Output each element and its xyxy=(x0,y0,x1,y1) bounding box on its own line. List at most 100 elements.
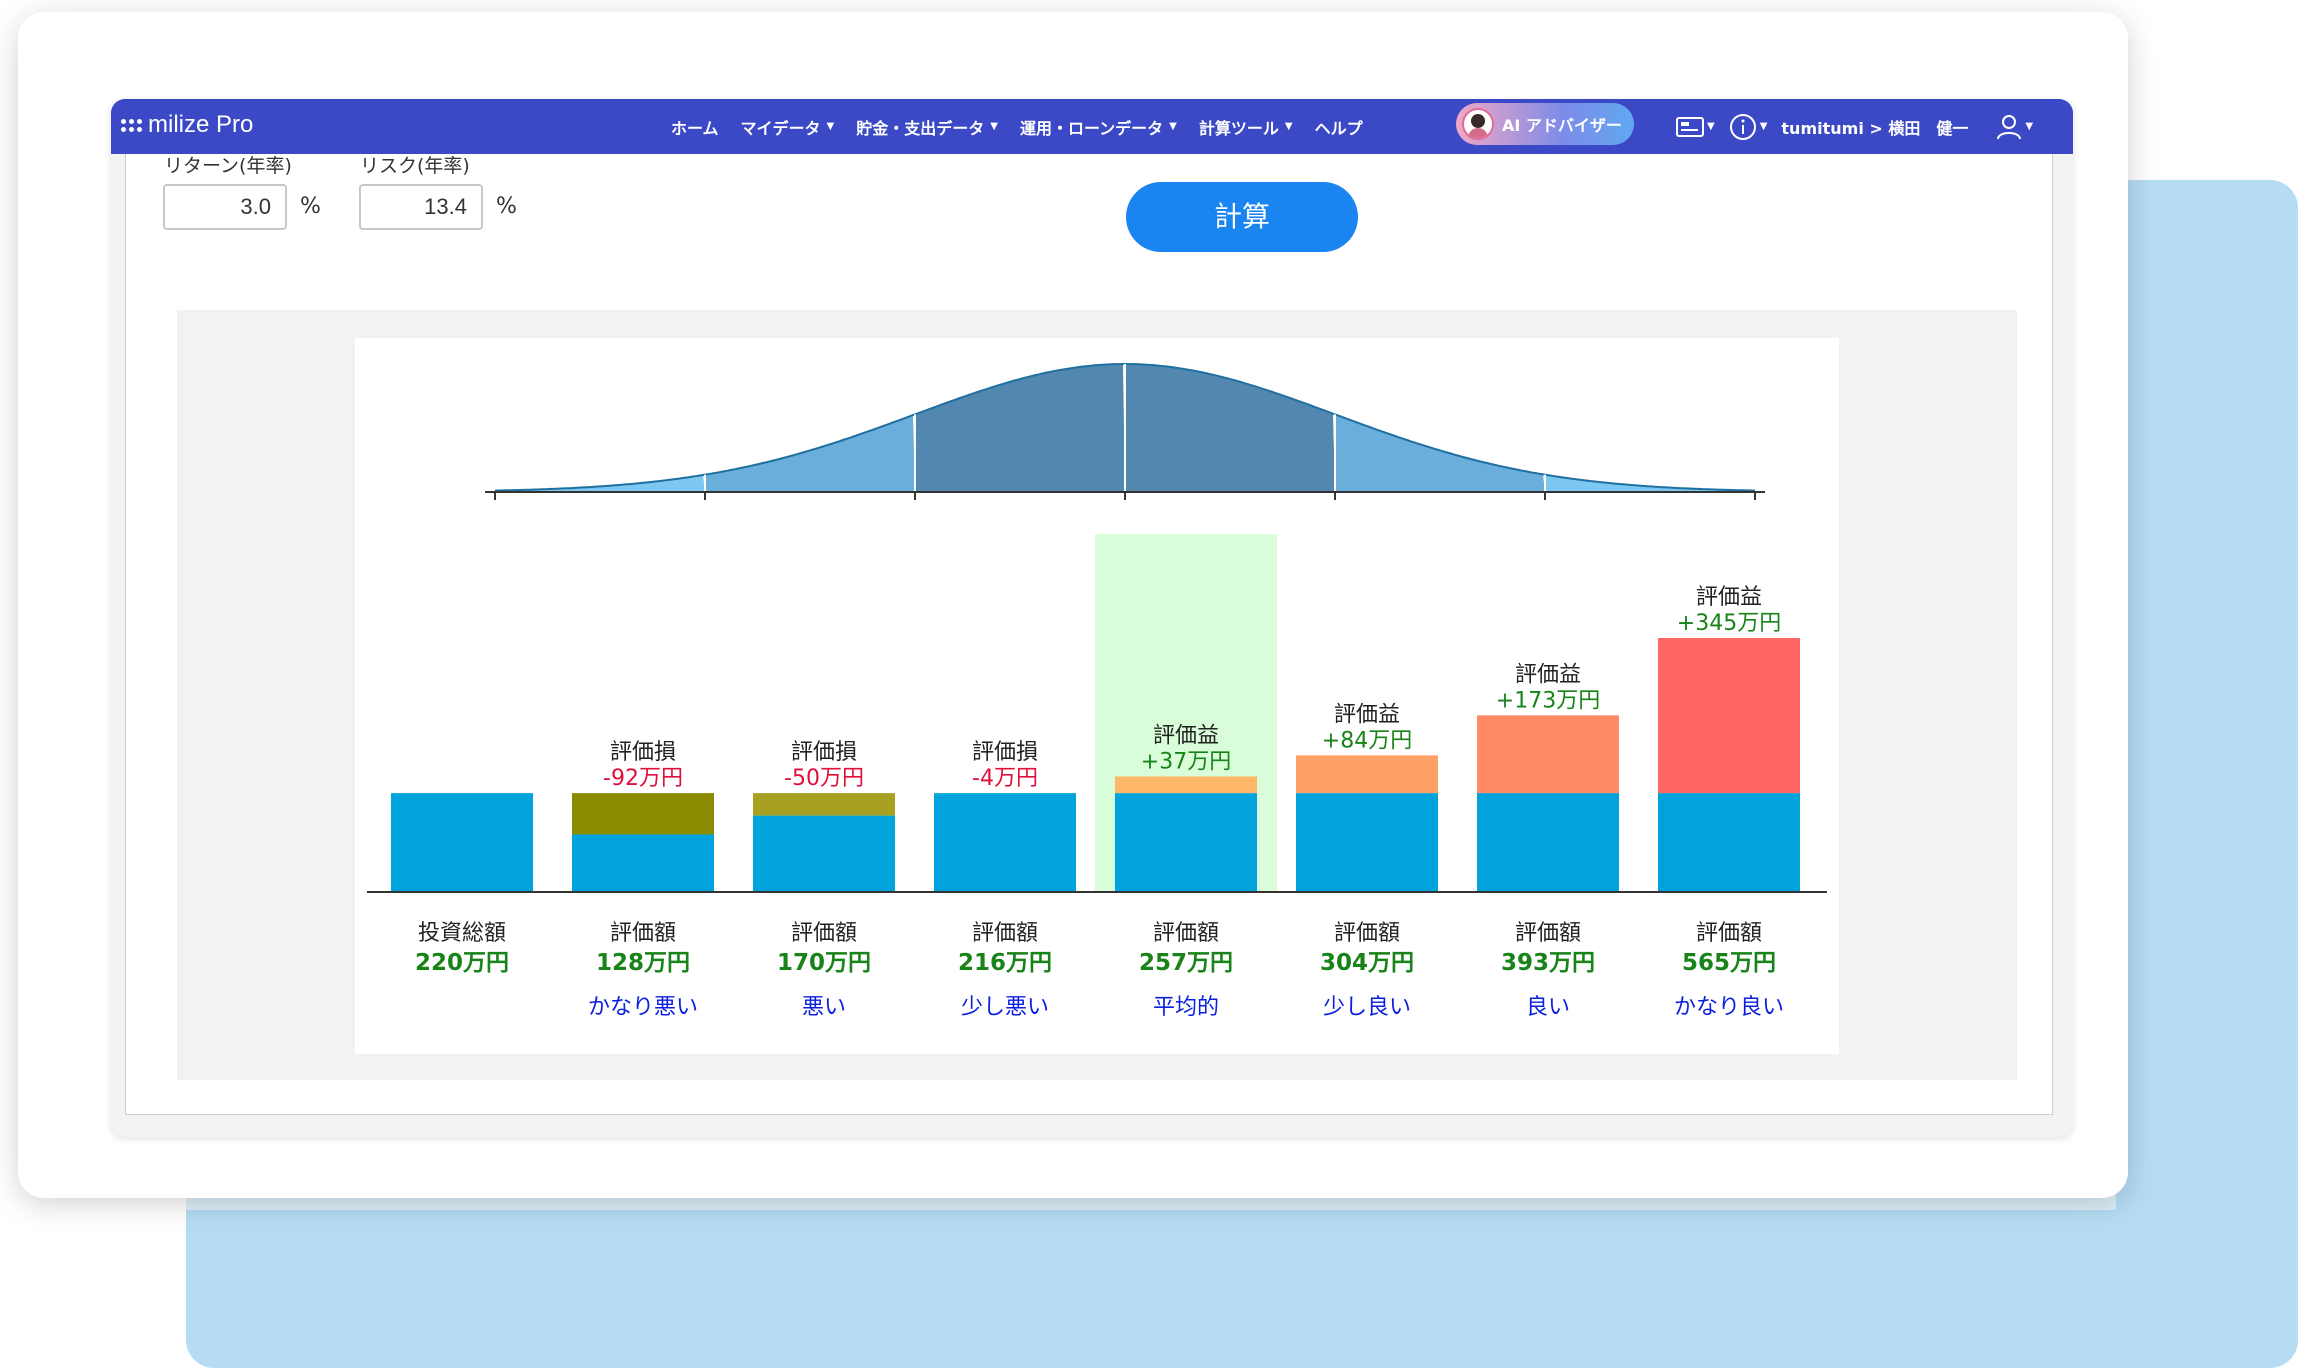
bar-value xyxy=(1296,793,1438,892)
scenario-chart: 投資総額220万円評価損-92万円評価額128万円かなり悪い評価損-50万円評価… xyxy=(367,363,1827,1020)
ai-advisor-label: AI アドバイザー xyxy=(1502,116,1622,135)
chevron-down-icon: ▼ xyxy=(1169,121,1177,132)
chevron-down-icon: ▼ xyxy=(2025,121,2034,132)
bar-loss xyxy=(572,793,714,835)
value-label: 評価額 xyxy=(1334,921,1400,946)
risk-input[interactable]: 13.4 xyxy=(359,184,483,230)
value-label: 評価額 xyxy=(1515,921,1581,946)
scenario-label: 平均的 xyxy=(1153,995,1219,1020)
scenario-label: 少し良い xyxy=(1323,995,1411,1020)
nav-item-label: マイデータ xyxy=(740,118,821,138)
return-percent: % xyxy=(300,194,321,219)
bar-value xyxy=(934,794,1076,892)
nav-item-home[interactable]: ホーム xyxy=(671,115,719,139)
bar-value xyxy=(572,834,714,892)
user-icon xyxy=(1997,114,2022,139)
value-amount: 216万円 xyxy=(958,950,1052,976)
nav-item-tools[interactable]: 計算ツール ▼ xyxy=(1199,115,1293,139)
value-amount: 220万円 xyxy=(415,950,509,976)
gain-label: 評価損 xyxy=(791,740,857,765)
app-logo[interactable]: milize Pro xyxy=(121,105,253,145)
gain-amount: +37万円 xyxy=(1141,749,1231,774)
top-navbar: milize Pro ホーム マイデータ ▼ 貯金・支出データ ▼ 運用・ローンデー… xyxy=(111,99,2073,154)
gain-label: 評価益 xyxy=(1334,702,1400,727)
gain-amount: -4万円 xyxy=(972,766,1038,791)
main-content: リターン(年率) 3.0 % リスク(年率) 13.4 % 計算 投資総額 220… xyxy=(125,154,2053,1115)
chevron-down-icon: ▼ xyxy=(826,121,835,132)
nav-item-mydata[interactable]: マイデータ ▼ xyxy=(741,115,835,139)
info-menu[interactable]: ▼ xyxy=(1729,113,1768,141)
nav-item-label: 貯金・支出データ xyxy=(856,118,985,138)
risk-percent: % xyxy=(496,194,517,219)
logo-dots-icon xyxy=(121,118,142,132)
value-amount: 304万円 xyxy=(1320,950,1414,976)
return-input[interactable]: 3.0 xyxy=(163,184,287,230)
gain-amount: +84万円 xyxy=(1322,728,1412,753)
value-amount: 128万円 xyxy=(596,950,690,976)
nav-item-help[interactable]: ヘルプ xyxy=(1315,115,1363,139)
chart-area: 投資総額 220万円 評価損 -92万円 評価額 128万円 かなり悪い 評価損 -50万円 評価… xyxy=(177,310,2017,1080)
chevron-down-icon: ▼ xyxy=(990,121,998,132)
bar-value xyxy=(1658,793,1800,892)
scenario-label: 悪い xyxy=(802,995,846,1020)
nav-item-label: ホーム xyxy=(671,118,719,138)
nav-item-investment[interactable]: 運用・ローンデータ ▼ xyxy=(1020,115,1177,139)
scenario-label: 良い xyxy=(1526,995,1570,1020)
gain-amount: -50万円 xyxy=(784,766,864,791)
gain-label: 評価益 xyxy=(1696,585,1762,610)
nav-menu: ホーム マイデータ ▼ 貯金・支出データ ▼ 運用・ローンデータ ▼ 計算ツール ▼ ヘ… xyxy=(671,99,1363,154)
scenario-label: 少し悪い xyxy=(961,995,1049,1020)
chart-panel: 投資総額 220万円 評価損 -92万円 評価額 128万円 かなり悪い 評価損 -50万円 評価… xyxy=(355,338,1839,1054)
value-label: 評価額 xyxy=(791,921,857,946)
value-label: 評価額 xyxy=(1696,921,1762,946)
value-label: 評価額 xyxy=(1153,921,1219,946)
gain-label: 評価益 xyxy=(1153,723,1219,748)
chevron-down-icon: ▼ xyxy=(1284,121,1293,132)
gain-label: 評価損 xyxy=(610,740,676,765)
bar-gain xyxy=(1115,776,1257,794)
gain-label: 評価損 xyxy=(972,740,1038,765)
calculate-button[interactable]: 計算 xyxy=(1126,182,1358,252)
nav-item-label: ヘルプ xyxy=(1314,118,1363,138)
value-amount: 393万円 xyxy=(1501,950,1595,976)
bar-loss xyxy=(934,793,1076,795)
value-amount: 257万円 xyxy=(1139,950,1233,976)
distribution-band xyxy=(1125,364,1335,492)
distribution-band xyxy=(915,364,1125,492)
id-card-menu[interactable]: ▼ xyxy=(1676,116,1715,138)
value-label: 評価額 xyxy=(610,921,676,946)
bar-value xyxy=(1115,793,1257,892)
bar-total xyxy=(391,793,533,892)
bar-gain xyxy=(1477,715,1619,794)
scenario-label: かなり良い xyxy=(1674,995,1784,1020)
return-label: リターン(年率) xyxy=(164,155,292,177)
value-amount: 565万円 xyxy=(1682,950,1776,976)
bar-gain xyxy=(1296,755,1438,794)
user-menu[interactable]: ▼ xyxy=(1996,114,2033,140)
bar-loss xyxy=(753,793,895,816)
logo-text: milize Pro xyxy=(148,111,254,138)
bar-value xyxy=(753,815,895,892)
info-icon xyxy=(1729,113,1756,140)
chevron-down-icon: ▼ xyxy=(1759,121,1768,132)
gain-amount: -92万円 xyxy=(603,766,683,791)
ai-advisor-button[interactable]: AI アドバイザー xyxy=(1456,103,1634,145)
app-window: milize Pro ホーム マイデータ ▼ 貯金・支出データ ▼ 運用・ローンデー… xyxy=(111,99,2073,1137)
gain-amount: +173万円 xyxy=(1496,688,1600,713)
nav-right: ▼ ▼ tumitumi > 横田 健一 ▼ xyxy=(1676,99,2033,154)
gain-amount: +345万円 xyxy=(1677,611,1781,636)
user-breadcrumb[interactable]: tumitumi > 横田 健一 xyxy=(1781,115,1968,139)
nav-item-savings[interactable]: 貯金・支出データ ▼ xyxy=(856,115,998,139)
bar-value xyxy=(1477,793,1619,892)
value-amount: 170万円 xyxy=(777,950,871,976)
chevron-down-icon: ▼ xyxy=(1707,121,1715,132)
nav-item-label: 計算ツール xyxy=(1198,118,1279,138)
scenario-label: かなり悪い xyxy=(588,995,698,1020)
value-label: 投資総額 xyxy=(418,921,506,946)
bar-gain xyxy=(1658,638,1800,794)
advisor-avatar xyxy=(1462,108,1494,140)
risk-label: リスク(年率) xyxy=(360,155,470,177)
gain-label: 評価益 xyxy=(1515,662,1581,687)
value-label: 評価額 xyxy=(972,921,1038,946)
screenshot-card: milize Pro ホーム マイデータ ▼ 貯金・支出データ ▼ 運用・ローンデー… xyxy=(18,12,2128,1198)
